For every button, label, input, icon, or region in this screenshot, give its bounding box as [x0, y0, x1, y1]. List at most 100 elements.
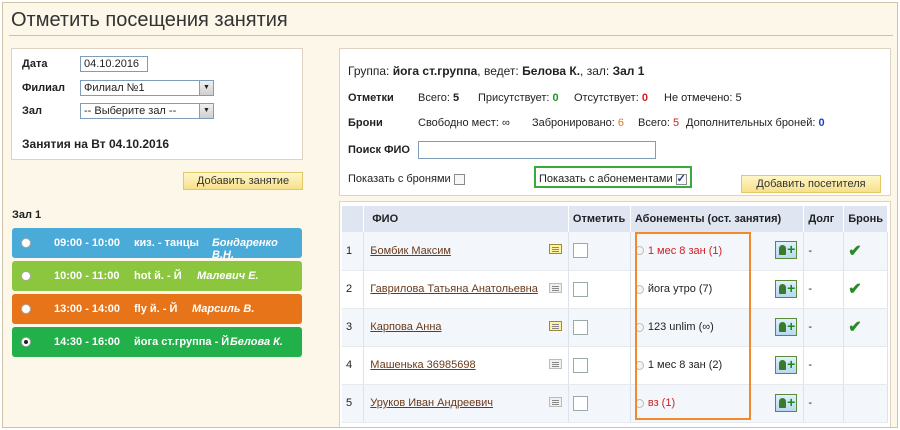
session-radio[interactable] [21, 304, 31, 314]
visitor-name-link[interactable]: Уруков Иван Андреевич [370, 397, 493, 409]
branch-select[interactable]: Филиал №1 ▼ [80, 80, 214, 96]
subscription-radio[interactable] [634, 398, 644, 408]
subscription-label: йога утро (7) [647, 283, 713, 295]
attendance-checkbox[interactable] [572, 319, 588, 335]
marks-absent-label: Отсутствует: [574, 92, 639, 104]
row-mark-cell [568, 270, 631, 309]
bookings-extra: Дополнительных броней: 0 [686, 117, 825, 129]
note-icon[interactable] [548, 358, 562, 369]
note-icon[interactable] [548, 320, 562, 331]
group-summary: Группа: йога ст.группа, ведет: Белова К.… [348, 64, 644, 78]
attendance-checkbox[interactable] [572, 243, 588, 259]
add-subscription-icon[interactable] [775, 317, 798, 336]
marks-total-label: Всего: [418, 92, 450, 104]
session-item[interactable]: 14:30 - 16:00 йога ст.группа - Й Белова … [12, 327, 302, 357]
note-icon[interactable] [548, 244, 562, 254]
hall-select[interactable]: -- Выберите зал -- ▼ [80, 103, 214, 119]
branch-select-value: Филиал №1 [84, 82, 145, 94]
row-fio-cell: Бомбик Максим [363, 232, 569, 271]
session-item[interactable]: 10:00 - 11:00 hot й. - Й Малевич Е. [12, 261, 302, 291]
row-number: 5 [342, 384, 365, 423]
session-time: 13:00 - 14:00 [54, 303, 121, 315]
table-row: 2 Гаврилова Татьяна Анатольевна йога утр… [342, 270, 888, 309]
marks-absent-value: 0 [641, 92, 648, 104]
marks-present-value: 0 [552, 92, 559, 104]
session-radio[interactable] [21, 271, 31, 281]
add-subscription-icon[interactable] [775, 393, 798, 412]
bookings-total-label: Всего: [638, 117, 670, 129]
session-time: 09:00 - 10:00 [54, 237, 121, 249]
bookings-total: Всего: 5 [638, 117, 679, 129]
add-session-button[interactable]: Добавить занятие [183, 172, 303, 190]
add-visitor-button[interactable]: Добавить посетителя [741, 175, 881, 193]
session-name: fly й. - Й [134, 303, 178, 315]
subscription-label: 1 мес 8 зан (1) [647, 244, 723, 257]
subscription-radio[interactable] [634, 322, 644, 332]
visitor-name-link[interactable]: Машенька 36985698 [370, 359, 475, 371]
chevron-down-icon: ▼ [199, 81, 213, 95]
session-radio[interactable] [21, 337, 31, 347]
row-fio-cell: Гаврилова Татьяна Анатольевна [363, 270, 569, 309]
subscription-label: 123 unlim (∞) [647, 321, 714, 333]
session-item[interactable]: 09:00 - 10:00 киз. - танцы Бондаренко В.… [12, 228, 302, 261]
search-label: Поиск ФИО [348, 144, 410, 156]
attendance-checkbox[interactable] [572, 357, 588, 373]
row-debt-cell: - [803, 384, 845, 423]
subscription-label: вз (1) [647, 397, 676, 409]
row-booking-cell: ✔ [843, 308, 888, 347]
show-bookings-checkbox[interactable] [453, 173, 465, 185]
visitor-name-link[interactable]: Карпова Анна [370, 321, 441, 333]
attendance-checkbox[interactable] [572, 395, 588, 411]
col-header-num [342, 206, 365, 232]
marks-label: Отметки [348, 92, 394, 104]
note-icon[interactable] [548, 396, 562, 407]
show-subscriptions-toggle[interactable]: Показать с абонементами [539, 172, 687, 185]
subscription-label: 1 мес 8 зан (2) [647, 359, 723, 371]
row-booking-cell [843, 384, 888, 423]
session-teacher: Бондаренко В.Н. [212, 237, 278, 261]
session-item[interactable]: 13:00 - 14:00 fly й. - Й Марсиль В. [12, 294, 302, 324]
subscription-radio[interactable] [634, 360, 644, 370]
row-number: 1 [342, 232, 365, 271]
note-icon[interactable] [548, 282, 562, 293]
marks-absent: Отсутствует: 0 [574, 92, 648, 104]
session-name: hot й. - Й [134, 270, 182, 282]
session-teacher: Малевич Е. [197, 270, 259, 282]
page-frame: Отметить посещения занятия Дата 04.10.20… [2, 2, 898, 428]
attendance-checkbox[interactable] [572, 281, 588, 297]
page-title: Отметить посещения занятия [11, 9, 288, 31]
add-subscription-icon[interactable] [775, 279, 798, 298]
session-teacher: Белова К. [230, 336, 283, 348]
show-subscriptions-checkbox[interactable] [675, 172, 687, 185]
session-name: киз. - танцы [134, 237, 199, 249]
visitor-name-link[interactable]: Гаврилова Татьяна Анатольевна [370, 283, 538, 295]
session-radio[interactable] [21, 238, 31, 248]
row-number: 4 [342, 346, 365, 385]
group-hall: Зал 1 [612, 64, 645, 78]
row-booking-cell: ✔ [843, 232, 888, 271]
marks-present-label: Присутствует: [478, 92, 550, 104]
subscription-radio[interactable] [634, 284, 644, 294]
row-fio-cell: Уруков Иван Андреевич [363, 384, 569, 423]
row-debt-cell: - [803, 308, 845, 347]
col-header-booking: Бронь [843, 206, 888, 232]
marks-unmarked: Не отмечено: 5 [664, 92, 742, 104]
marks-unmarked-label: Не отмечено: [664, 92, 733, 104]
row-subscription-cell: йога утро (7) [630, 270, 805, 309]
show-bookings-toggle[interactable]: Показать с бронями [348, 173, 465, 185]
visitor-name-link[interactable]: Бомбик Максим [370, 245, 451, 257]
add-subscription-icon[interactable] [775, 355, 798, 374]
row-fio-cell: Машенька 36985698 [363, 346, 569, 385]
col-header-debt: Долг [803, 206, 845, 232]
date-field[interactable]: 04.10.2016 [80, 56, 148, 72]
table-row: 1 Бомбик Максим 1 мес 8 зан (1) - ✔ [342, 232, 888, 271]
bookings-free-label: Свободно мест: [418, 117, 499, 129]
search-input[interactable] [418, 141, 656, 159]
add-subscription-icon[interactable] [775, 241, 798, 259]
table-header-row: ФИО Отметить Абонементы (ост. занятия) Д… [342, 206, 888, 232]
visitors-table-panel: ФИО Отметить Абонементы (ост. занятия) Д… [339, 201, 891, 427]
row-mark-cell [568, 232, 631, 271]
subscription-radio[interactable] [634, 246, 644, 256]
marks-total-value: 5 [452, 92, 460, 104]
checkmark-icon: ✔ [848, 281, 862, 298]
